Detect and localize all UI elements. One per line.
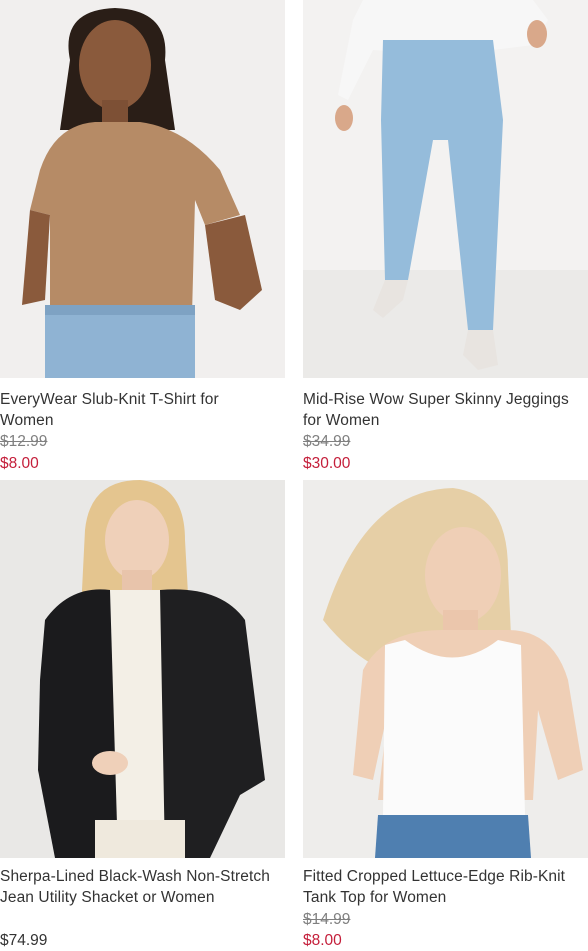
product-title[interactable]: Sherpa-Lined Black-Wash Non-Stretch Jean… bbox=[0, 866, 285, 908]
original-price: $12.99 bbox=[0, 433, 48, 450]
product-image-tank-top[interactable] bbox=[303, 480, 588, 858]
price: $74.99 bbox=[0, 932, 48, 949]
product-title[interactable]: Fitted Cropped Lettuce-Edge Rib-Knit Tan… bbox=[303, 866, 588, 908]
product-image-shacket[interactable] bbox=[0, 480, 285, 858]
sale-price: $8.00 bbox=[0, 455, 39, 472]
original-price: $34.99 bbox=[303, 433, 351, 450]
product-title[interactable]: EveryWear Slub-Knit T-Shirt for Women bbox=[0, 389, 270, 431]
product-image-jeggings[interactable] bbox=[303, 0, 588, 378]
sale-price: $8.00 bbox=[303, 932, 342, 949]
original-price: $14.99 bbox=[303, 911, 351, 928]
product-title[interactable]: Mid-Rise Wow Super Skinny Jeggings for W… bbox=[303, 389, 573, 431]
sale-price: $30.00 bbox=[303, 455, 351, 472]
product-image-tshirt[interactable] bbox=[0, 0, 285, 378]
